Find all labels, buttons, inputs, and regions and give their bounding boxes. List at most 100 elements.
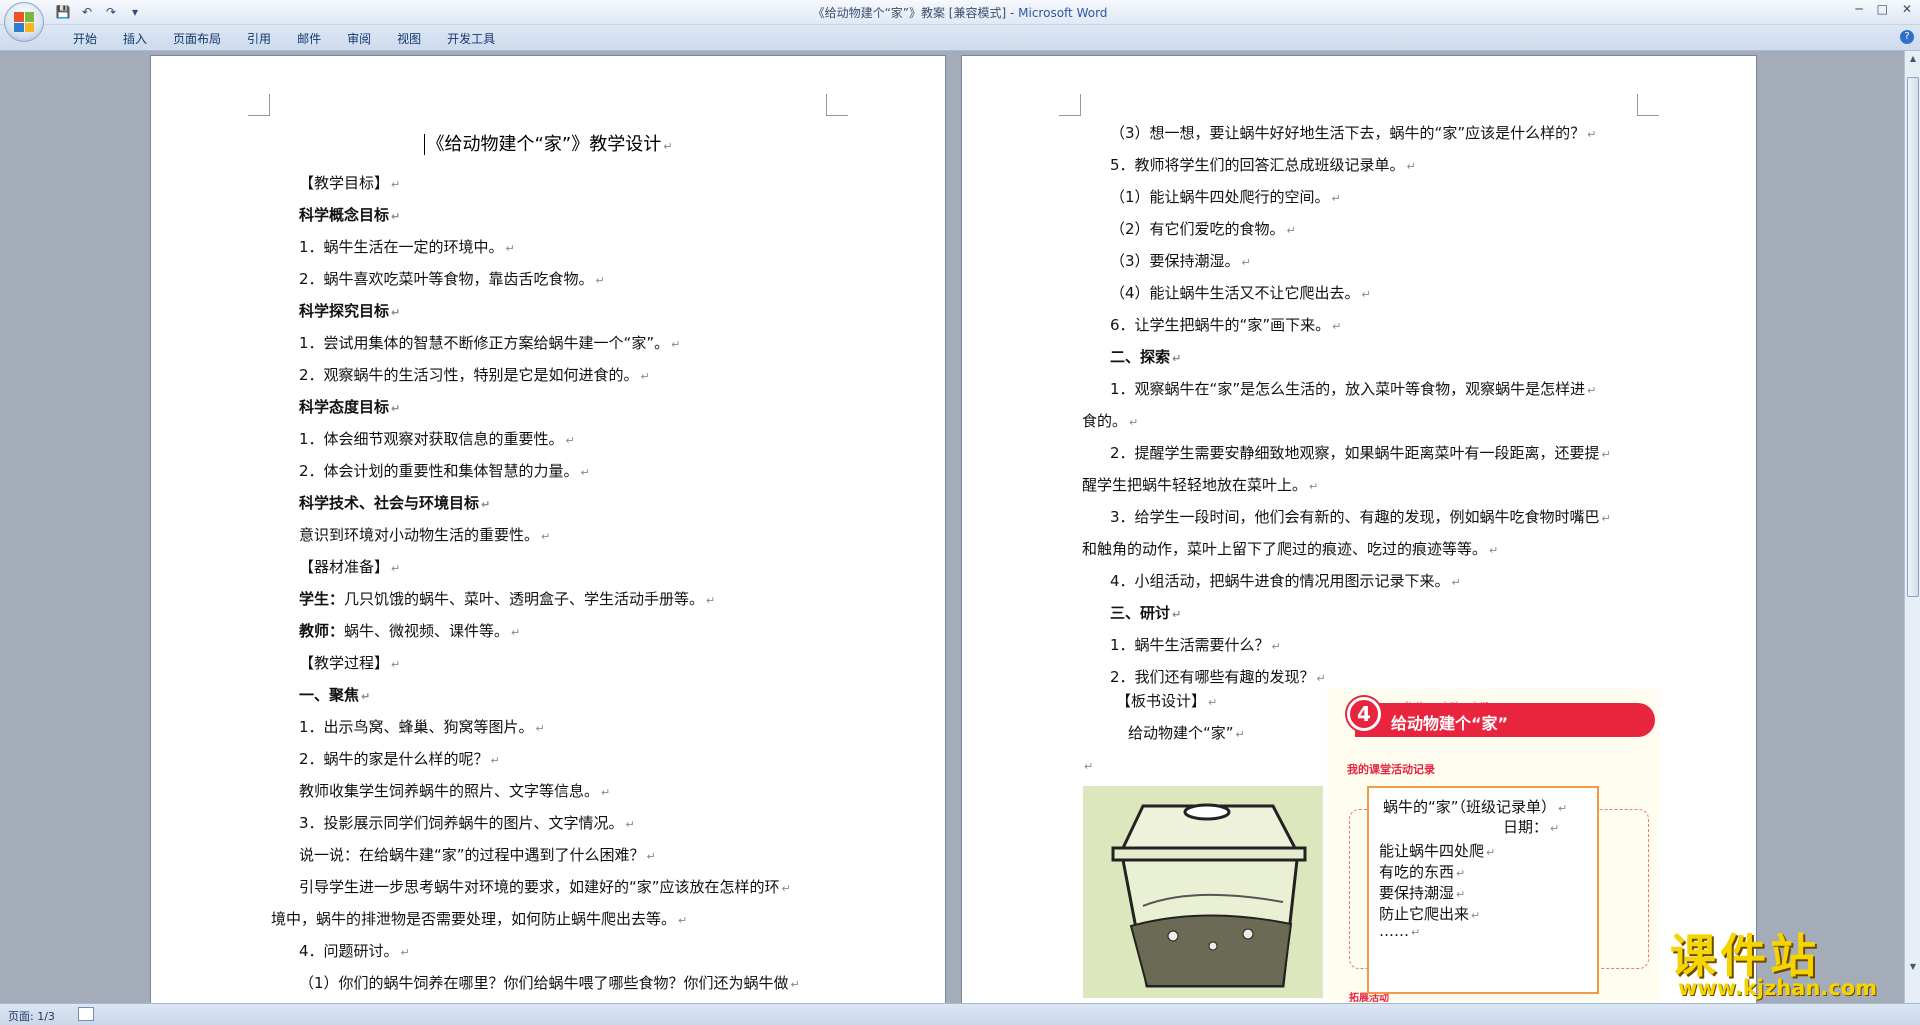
paragraph-text: 二、探索 — [1110, 348, 1171, 366]
scroll-up-icon[interactable]: ▲ — [1907, 53, 1919, 65]
page2-body[interactable]: （3）想一想，要让蜗牛好好地生活下去，蜗牛的“家”应该是什么样的？ ↵ 5．教师将学… — [1082, 118, 1662, 694]
tab-mailings[interactable]: 邮件 — [284, 30, 334, 48]
paragraph-mark-icon: ↵ — [1601, 448, 1611, 461]
paragraph: 科学态度目标 ↵ — [271, 392, 851, 424]
paragraph-text: 1．观察蜗牛在“家”是怎么生活的，放入菜叶等食物，观察蜗牛是怎样进 — [1110, 380, 1586, 398]
help-icon[interactable]: ? — [1900, 30, 1914, 44]
ribbon-tab-bar: 开始 插入 页面布局 引用 邮件 审阅 视图 开发工具 ? — [0, 25, 1920, 51]
maximize-icon[interactable]: □ — [1877, 2, 1888, 16]
paragraph-mark-icon: ↵ — [541, 530, 551, 543]
tab-view[interactable]: 视图 — [384, 30, 434, 48]
record-title: 蜗牛的“家”（班级记录单） ↵ — [1383, 798, 1568, 816]
margin-corner — [1059, 94, 1081, 116]
paragraph: 和触角的动作，菜叶上留下了爬过的痕迹、吃过的痕迹等等。 ↵ — [1082, 534, 1662, 566]
paragraph-label: 教师： — [299, 622, 345, 640]
vertical-scrollbar[interactable]: ▲ ▼ — [1904, 51, 1920, 1003]
paragraph-text: 意识到环境对小动物生活的重要性。 — [299, 526, 540, 544]
paragraph: 2．观察蜗牛的生活习性，特别是它是如何进食的。 ↵ — [271, 360, 851, 392]
ribbon-tabs: 开始 插入 页面布局 引用 邮件 审阅 视图 开发工具 — [60, 30, 508, 48]
snail-habitat-image — [1083, 786, 1323, 998]
window-title: 《给动物建个“家”》教案 [兼容模式] - Microsoft Word — [0, 4, 1920, 21]
tab-home[interactable]: 开始 — [60, 30, 110, 48]
paragraph-text: 一、聚焦 — [299, 686, 360, 704]
paragraph: 一、聚焦 ↵ — [271, 680, 851, 712]
paragraph-mark-icon: ↵ — [1451, 576, 1461, 589]
document-title[interactable]: 《给动物建个“家”》教学设计 ↵ — [151, 130, 945, 156]
paragraph-mark-icon: ↵ — [1587, 384, 1597, 397]
paragraph-text: （1）能让蜗牛四处爬行的空间。 — [1110, 188, 1330, 206]
paragraph: 2．蜗牛的家是什么样的呢？ ↵ — [271, 744, 851, 776]
paragraph-text: （1）你们的蜗牛饲养在哪里？你们给蜗牛喂了哪些食物？你们还为蜗牛做 — [299, 974, 789, 992]
page1-body[interactable]: 【教学目标】 ↵ 科学概念目标 ↵ 1．蜗牛生活在一定的环境中。 ↵ 2．蜗牛喜欢吃菜叶等食… — [271, 168, 851, 1003]
paragraph-text: 1．蜗牛生活在一定的环境中。 — [299, 238, 504, 256]
page-count-status[interactable]: 页面: 1/3 — [8, 1008, 55, 1024]
app-name: Microsoft Word — [1018, 6, 1108, 20]
empty-paragraph: ↵ — [1084, 760, 1094, 773]
paragraph-mark-icon: ↵ — [391, 562, 401, 575]
paragraph-mark-icon: ↵ — [781, 882, 791, 895]
lesson-pinyin: gěi dòng wù jiàn gè jiā — [1399, 701, 1490, 710]
paragraph: 1．蜗牛生活在一定的环境中。 ↵ — [271, 232, 851, 264]
title-bar: 💾 ↶ ↷ ▾ 《给动物建个“家”》教案 [兼容模式] - Microsoft … — [0, 0, 1920, 25]
paragraph: 引导学生进一步思考蜗牛对环境的要求，如建好的“家”应该放在怎样的环 ↵ — [271, 872, 851, 904]
office-button[interactable] — [4, 2, 44, 42]
paragraph-text: 和触角的动作，菜叶上留下了爬过的痕迹、吃过的痕迹等等。 — [1082, 540, 1488, 558]
paragraph: （3）要保持潮湿。 ↵ — [1082, 246, 1662, 278]
paragraph: 醒学生把蜗牛轻轻地放在菜叶上。 ↵ — [1082, 470, 1662, 502]
paragraph-mark-icon: ↵ — [1172, 608, 1182, 621]
document-name: 《给动物建个“家”》教案 [兼容模式] - — [812, 6, 1019, 20]
paragraph-mark-icon: ↵ — [1601, 512, 1611, 525]
paragraph-mark-icon: ↵ — [391, 178, 401, 191]
close-icon[interactable]: ✕ — [1902, 2, 1912, 16]
paragraph-mark-icon: ↵ — [565, 434, 575, 447]
paragraph-mark-icon: ↵ — [678, 914, 688, 927]
tab-insert[interactable]: 插入 — [110, 30, 160, 48]
paragraph: 教师：蜗牛、微视频、课件等。 ↵ — [271, 616, 851, 648]
tab-references[interactable]: 引用 — [234, 30, 284, 48]
paragraph-text: （2）有它们爱吃的食物。 — [1110, 220, 1285, 238]
paragraph-text: 2．蜗牛的家是什么样的呢？ — [299, 750, 489, 768]
paragraph-text: 【器材准备】 — [299, 558, 390, 576]
paragraph-label: 学生： — [299, 590, 345, 608]
paragraph-mark-icon: ↵ — [391, 402, 401, 415]
paragraph: 境中，蜗牛的排泄物是否需要处理，如何防止蜗牛爬出去等。 ↵ — [271, 904, 851, 936]
paragraph: 科学概念目标 ↵ — [271, 200, 851, 232]
paragraph-mark-icon: ↵ — [391, 210, 401, 223]
paragraph-text: 1．出示鸟窝、蜂巢、狗窝等图片。 — [299, 718, 534, 736]
record-item-text: 有吃的东西 — [1379, 863, 1455, 881]
snail-box-drawing — [1083, 786, 1323, 998]
board-title-text: 给动物建个“家” — [1128, 724, 1234, 742]
paragraph-text: 2．我们还有哪些有趣的发现？ — [1110, 668, 1315, 686]
paragraph-text: 3．投影展示同学们饲养蜗牛的图片、文字情况。 — [299, 814, 624, 832]
paragraph-text: 食的。 — [1082, 412, 1128, 430]
paragraph-text: 1．尝试用集体的智慧不断修正方案给蜗牛建一个“家”。 — [299, 334, 670, 352]
tab-review[interactable]: 审阅 — [334, 30, 384, 48]
paragraph: 食的。 ↵ — [1082, 406, 1662, 438]
paragraph-text: 几只饥饿的蜗牛、菜叶、透明盒子、学生活动手册等。 — [344, 590, 705, 608]
paragraph: 说一说：在给蜗牛建“家”的过程中遇到了什么困难？ ↵ — [271, 840, 851, 872]
paragraph-text: 【教学目标】 — [299, 174, 390, 192]
tab-developer[interactable]: 开发工具 — [434, 30, 508, 48]
paragraph-mark-icon: ↵ — [1331, 192, 1341, 205]
paragraph-mark-icon: ↵ — [1489, 544, 1499, 557]
document-page-1: 《给动物建个“家”》教学设计 ↵ 【教学目标】 ↵ 科学概念目标 ↵ 1．蜗牛生活在一定的… — [151, 56, 945, 1003]
paragraph-text: 说一说：在给蜗牛建“家”的过程中遇到了什么困难？ — [299, 846, 645, 864]
record-date: 日期： ↵ — [1503, 818, 1560, 836]
paragraph-mark-icon: ↵ — [625, 818, 635, 831]
class-record-sheet-box[interactable]: 蜗牛的“家”（班级记录单） ↵ 日期： ↵ 能让蜗牛四处爬 ↵ 有吃的东西 ↵ 要保持潮… — [1367, 786, 1599, 994]
tab-page-layout[interactable]: 页面布局 — [160, 30, 234, 48]
record-item: 有吃的东西 ↵ — [1379, 863, 1466, 881]
paragraph: （1）能让蜗牛四处爬行的空间。 ↵ — [1082, 182, 1662, 214]
paragraph-text: 科学技术、社会与环境目标 — [299, 494, 480, 512]
proofing-status-icon[interactable] — [78, 1007, 94, 1021]
paragraph: （2）有它们爱吃的食物。 ↵ — [1082, 214, 1662, 246]
paragraph-text: 境中，蜗牛的排泄物是否需要处理，如何防止蜗牛爬出去等。 — [271, 910, 677, 928]
record-item: 要保持潮湿 ↵ — [1379, 884, 1466, 902]
paragraph-text: （3）想一想，要让蜗牛好好地生活下去，蜗牛的“家”应该是什么样的？ — [1110, 124, 1586, 142]
minimize-icon[interactable]: ─ — [1855, 2, 1862, 16]
paragraph: 4．小组活动，把蜗牛进食的情况用图示记录下来。 ↵ — [1082, 566, 1662, 598]
paragraph-mark-icon: ↵ — [1316, 672, 1326, 685]
scrollbar-thumb[interactable] — [1907, 77, 1919, 597]
paragraph-text: 科学探究目标 — [299, 302, 390, 320]
record-item: 防止它爬出来 ↵ — [1379, 905, 1481, 923]
